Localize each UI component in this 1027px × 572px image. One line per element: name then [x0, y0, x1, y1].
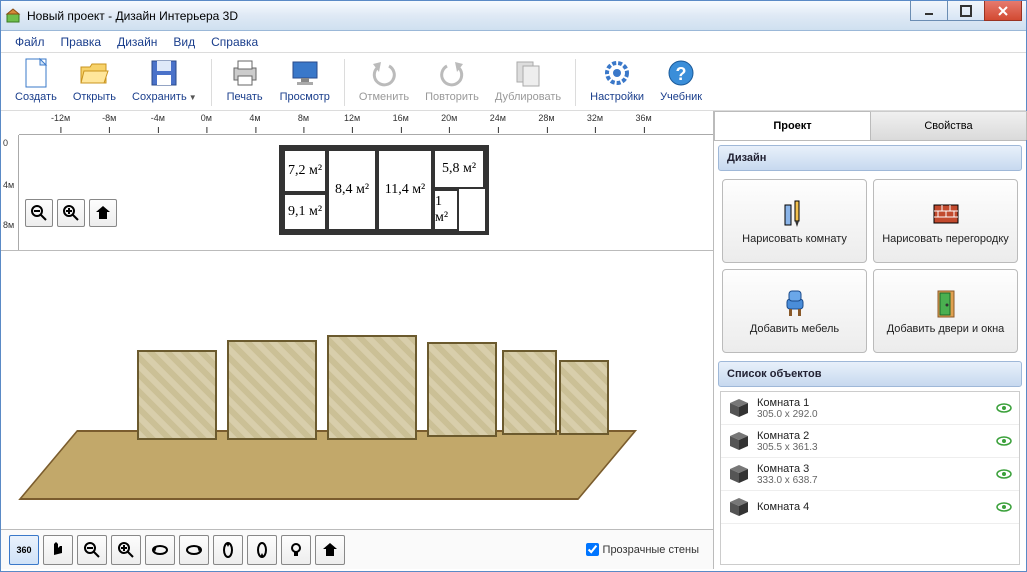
- separator: [211, 59, 212, 106]
- settings-button[interactable]: Настройки: [582, 55, 652, 110]
- section-design-header: Дизайн: [718, 145, 1022, 171]
- view-360-button[interactable]: 360: [9, 535, 39, 565]
- zoom-out-2d-button[interactable]: [25, 199, 53, 227]
- pencil-ruler-icon: [779, 197, 811, 229]
- tilt-down-button[interactable]: [247, 535, 277, 565]
- undo-button[interactable]: Отменить: [351, 55, 417, 110]
- list-item[interactable]: Комната 4: [721, 491, 1019, 524]
- plan-2d-view[interactable]: -12м -8м -4м 0м 4м 8м 12м 16м 20м 24м 28…: [1, 111, 713, 251]
- app-icon: [5, 8, 21, 24]
- tutorial-button[interactable]: ? Учебник: [652, 55, 710, 110]
- separator: [344, 59, 345, 106]
- home-3d-button[interactable]: [315, 535, 345, 565]
- tab-project[interactable]: Проект: [714, 111, 871, 140]
- plan-controls: [25, 199, 117, 227]
- app-window: Новый проект - Дизайн Интерьера 3D Файл …: [0, 0, 1027, 572]
- zoom-in-3d-button[interactable]: [111, 535, 141, 565]
- chair-icon: [779, 287, 811, 319]
- cube-icon: [727, 462, 751, 486]
- printer-icon: [229, 57, 261, 89]
- light-button[interactable]: [281, 535, 311, 565]
- menu-file[interactable]: Файл: [7, 33, 53, 51]
- menu-view[interactable]: Вид: [165, 33, 203, 51]
- side-panel: Проект Свойства Дизайн Нарисовать комнат…: [714, 111, 1026, 569]
- titlebar: Новый проект - Дизайн Интерьера 3D: [1, 1, 1026, 31]
- vertical-ruler: 0 4м 8м: [1, 135, 19, 251]
- undo-icon: [368, 57, 400, 89]
- zoom-in-2d-button[interactable]: [57, 199, 85, 227]
- visibility-toggle[interactable]: [995, 402, 1013, 414]
- add-furniture-button[interactable]: Добавить мебель: [722, 269, 867, 353]
- list-item[interactable]: Комната 3333.0 x 638.7: [721, 458, 1019, 491]
- workspace: -12м -8м -4м 0м 4м 8м 12м 16м 20м 24м 28…: [1, 111, 1026, 569]
- tilt-up-button[interactable]: [213, 535, 243, 565]
- open-button[interactable]: Открыть: [65, 55, 124, 110]
- add-doors-windows-button[interactable]: Добавить двери и окна: [873, 269, 1018, 353]
- brick-wall-icon: [930, 197, 962, 229]
- redo-icon: [436, 57, 468, 89]
- window-controls: [911, 1, 1022, 21]
- help-icon: ?: [665, 57, 697, 89]
- save-icon: [148, 57, 180, 89]
- new-file-icon: [20, 57, 52, 89]
- visibility-toggle[interactable]: [995, 468, 1013, 480]
- zoom-out-3d-button[interactable]: [77, 535, 107, 565]
- draw-partition-button[interactable]: Нарисовать перегородку: [873, 179, 1018, 263]
- side-tabs: Проект Свойства: [714, 111, 1026, 141]
- chevron-down-icon: ▼: [189, 93, 197, 102]
- plan-canvas[interactable]: 7,2 м² 8,4 м² 11,4 м² 5,8 м² 9,1 м² 1 м²: [19, 135, 713, 250]
- cube-icon: [727, 429, 751, 453]
- view-3d[interactable]: [1, 251, 713, 529]
- bottom-toolbar-3d: 360 Прозрачные стены: [1, 529, 713, 569]
- draw-room-button[interactable]: Нарисовать комнату: [722, 179, 867, 263]
- floorplan[interactable]: 7,2 м² 8,4 м² 11,4 м² 5,8 м² 9,1 м² 1 м²: [279, 145, 489, 235]
- maximize-button[interactable]: [947, 1, 985, 21]
- home-2d-button[interactable]: [89, 199, 117, 227]
- monitor-icon: [289, 57, 321, 89]
- preview-button[interactable]: Просмотр: [272, 55, 338, 110]
- separator: [575, 59, 576, 106]
- door-icon: [930, 287, 962, 319]
- duplicate-button[interactable]: Дублировать: [487, 55, 569, 110]
- visibility-toggle[interactable]: [995, 435, 1013, 447]
- save-button[interactable]: Сохранить▼: [124, 55, 205, 110]
- design-buttons-grid: Нарисовать комнату Нарисовать перегородк…: [714, 175, 1026, 357]
- section-objects-header: Список объектов: [718, 361, 1022, 387]
- menu-edit[interactable]: Правка: [53, 33, 110, 51]
- cube-icon: [727, 495, 751, 519]
- pan-button[interactable]: [43, 535, 73, 565]
- rotate-right-button[interactable]: [179, 535, 209, 565]
- menubar: Файл Правка Дизайн Вид Справка: [1, 31, 1026, 53]
- close-button[interactable]: [984, 1, 1022, 21]
- list-item[interactable]: Комната 2305.5 x 361.3: [721, 425, 1019, 458]
- svg-text:?: ?: [676, 64, 687, 84]
- menu-design[interactable]: Дизайн: [109, 33, 165, 51]
- main-toolbar: Создать Открыть Сохранить▼ Печать Просмо…: [1, 53, 1026, 111]
- rotate-left-button[interactable]: [145, 535, 175, 565]
- object-list[interactable]: Комната 1305.0 x 292.0 Комната 2305.5 x …: [720, 391, 1020, 565]
- stage-3d: [77, 280, 637, 500]
- list-item[interactable]: Комната 1305.0 x 292.0: [721, 392, 1019, 425]
- horizontal-ruler: -12м -8м -4м 0м 4м 8м 12м 16м 20м 24м 28…: [19, 111, 713, 135]
- transparent-walls-checkbox[interactable]: Прозрачные стены: [586, 543, 699, 556]
- menu-help[interactable]: Справка: [203, 33, 266, 51]
- create-button[interactable]: Создать: [7, 55, 65, 110]
- tab-properties[interactable]: Свойства: [870, 111, 1027, 140]
- gear-icon: [601, 57, 633, 89]
- visibility-toggle[interactable]: [995, 501, 1013, 513]
- cube-icon: [727, 396, 751, 420]
- window-title: Новый проект - Дизайн Интерьера 3D: [27, 9, 238, 23]
- minimize-button[interactable]: [910, 1, 948, 21]
- print-button[interactable]: Печать: [218, 55, 272, 110]
- canvas-area: -12м -8м -4м 0м 4м 8м 12м 16м 20м 24м 28…: [1, 111, 714, 569]
- duplicate-icon: [512, 57, 544, 89]
- redo-button[interactable]: Повторить: [417, 55, 487, 110]
- folder-open-icon: [78, 57, 110, 89]
